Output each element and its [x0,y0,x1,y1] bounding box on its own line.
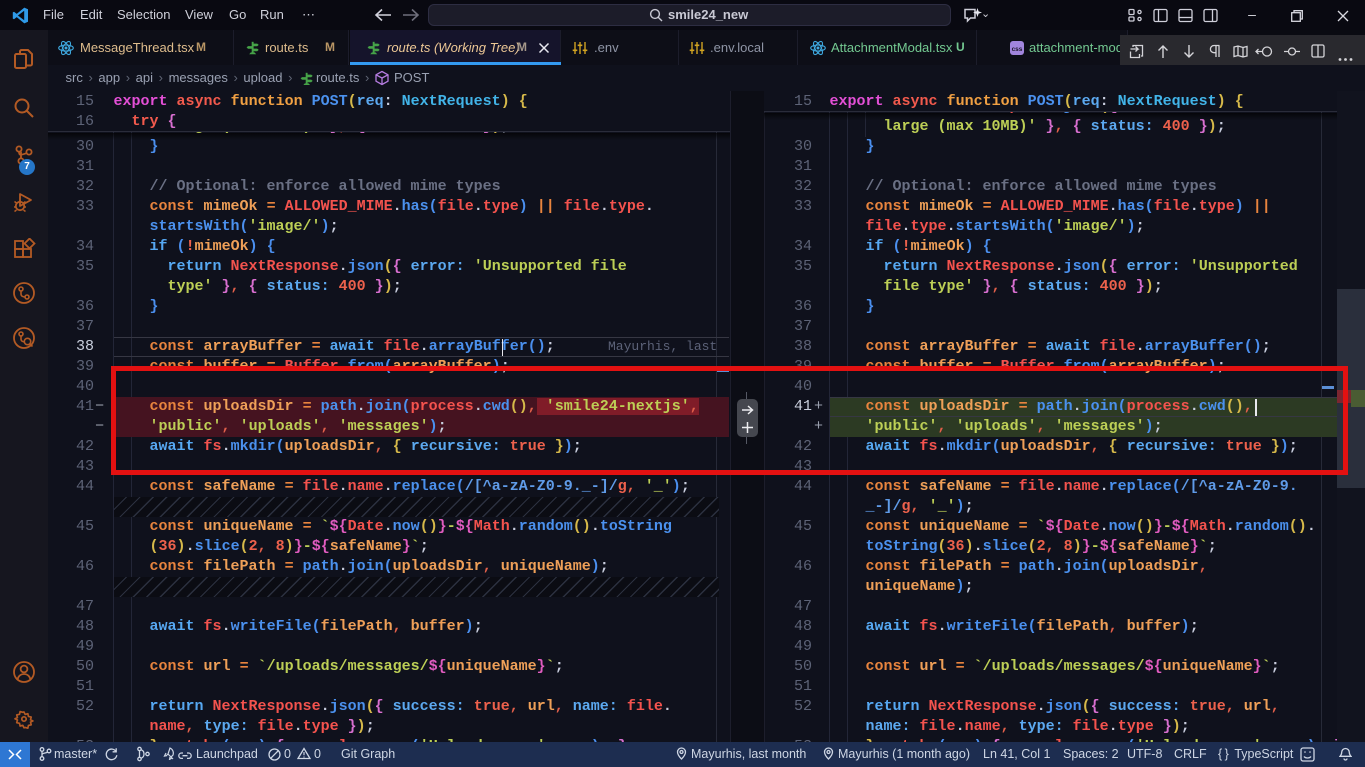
svg-text:css: css [1012,46,1023,53]
